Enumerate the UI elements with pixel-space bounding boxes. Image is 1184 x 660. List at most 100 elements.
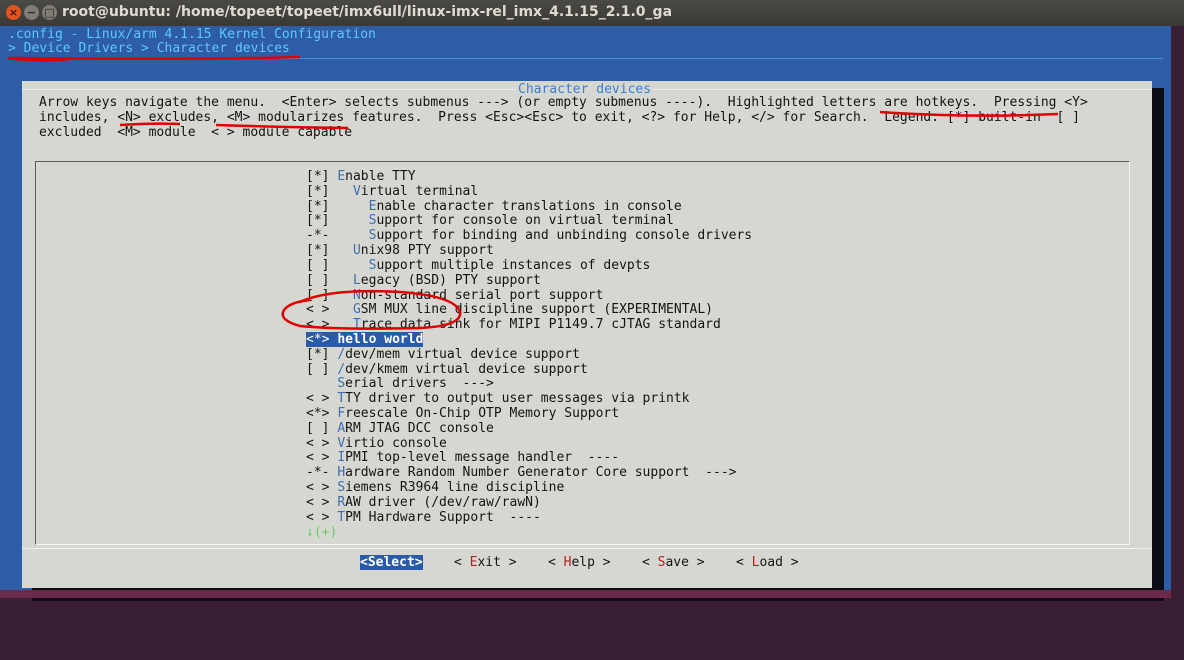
close-icon[interactable]: × bbox=[6, 5, 21, 20]
menu-item-text: ardware Random Number Generator Core sup… bbox=[345, 465, 737, 481]
menu-item-state: [*] bbox=[306, 183, 338, 199]
menu-item-hotkey: T bbox=[337, 391, 346, 407]
terminal-area[interactable]: .config - Linux/arm 4.1.15 Kernel Config… bbox=[0, 26, 1171, 601]
menu-item[interactable]: < > RAW driver (/dev/raw/rawN) bbox=[306, 495, 752, 511]
load-button[interactable]: < Load > bbox=[736, 555, 799, 570]
menu-item-text: iemens R3964 line discipline bbox=[345, 480, 565, 496]
menu-item-label: TPM Hardware Support ---- bbox=[337, 510, 541, 525]
menu-item-text: PM Hardware Support ---- bbox=[345, 509, 541, 525]
menu-item-state: < > bbox=[306, 391, 338, 407]
menu-item[interactable]: [ ] Legacy (BSD) PTY support bbox=[306, 272, 752, 289]
menu-item-label: TTY driver to output user messages via p… bbox=[337, 391, 689, 406]
help-text: Arrow keys navigate the menu. <Enter> se… bbox=[39, 95, 1088, 140]
menu-item-state: [*] bbox=[306, 169, 338, 184]
button-label: elect> bbox=[375, 555, 423, 570]
button-label: < bbox=[548, 555, 564, 570]
menu-item[interactable]: < > TPM Hardware Support ---- bbox=[306, 510, 752, 526]
menu-item-hotkey: V bbox=[352, 183, 361, 199]
menu-item[interactable]: [ ] /dev/kmem virtual device support bbox=[306, 361, 752, 378]
menu-item-label: Support for console on virtual terminal bbox=[369, 213, 674, 229]
help-line: excluded <M> module < > module capable bbox=[39, 125, 353, 140]
menu-item-hotkey: / bbox=[337, 346, 346, 362]
menu-item[interactable]: < > Virtio console bbox=[306, 435, 752, 452]
menu-item[interactable]: [*] /dev/mem virtual device support bbox=[306, 346, 752, 363]
menu-item-state: [ ] bbox=[306, 287, 338, 303]
menu-item-label: GSM MUX line discipline support (EXPERIM… bbox=[353, 302, 713, 317]
menu-item-hotkey: G bbox=[352, 302, 361, 318]
button-label: ave > bbox=[665, 555, 705, 570]
menu-item[interactable]: [*] Unix98 PTY support bbox=[306, 243, 752, 259]
menu-item-label: Enable character translations in console bbox=[369, 199, 682, 214]
menu-item[interactable]: <*> Freescale On-Chip OTP Memory Support bbox=[306, 406, 752, 422]
menu-item-state: -*- bbox=[306, 228, 338, 244]
menu-item-state: -*- bbox=[306, 465, 338, 481]
menu-item-indent bbox=[337, 213, 368, 228]
menu-item[interactable]: [*] Enable character translations in con… bbox=[306, 199, 752, 215]
menu-item-text: on-standard serial port support bbox=[360, 287, 604, 303]
menu-item-state: < > bbox=[306, 435, 338, 451]
menu-item-text: dev/mem virtual device support bbox=[345, 346, 580, 362]
menu-item-hotkey: H bbox=[337, 465, 346, 481]
menu-item-selected[interactable]: <*> hello world bbox=[306, 331, 752, 348]
menu-item[interactable]: [*] Support for console on virtual termi… bbox=[306, 214, 752, 229]
menu-item-state: [*] bbox=[306, 346, 338, 362]
menu-item-state: [ ] bbox=[306, 361, 338, 377]
menu-item-text: AW driver (/dev/raw/rawN) bbox=[345, 494, 541, 510]
button-label: oad > bbox=[759, 555, 799, 570]
menu-item-text: irtio console bbox=[345, 435, 447, 451]
menu-item-indent bbox=[337, 288, 353, 303]
menu-item[interactable]: < > IPMI top-level message handler ---- bbox=[306, 451, 752, 466]
menu-item-label: hello world bbox=[337, 331, 424, 347]
menu-item-indent bbox=[337, 302, 353, 317]
menu-item[interactable]: < > Siemens R3964 line discipline bbox=[306, 480, 752, 496]
menu-item-text: ello world bbox=[345, 331, 424, 347]
exit-button[interactable]: < Exit > bbox=[454, 555, 517, 570]
menu-item[interactable]: [*] Enable TTY bbox=[306, 169, 752, 185]
menu-item-label: RAW driver (/dev/raw/rawN) bbox=[337, 495, 541, 510]
help-button[interactable]: < Help > bbox=[548, 555, 611, 570]
button-bar: <Select> < Exit > < Help > < Save > < Lo… bbox=[22, 555, 1152, 660]
menu-item[interactable]: [ ] Support multiple instances of devpts bbox=[306, 258, 752, 274]
menu-item-label: /dev/mem virtual device support bbox=[337, 347, 580, 362]
menu-item-text: dev/kmem virtual device support bbox=[345, 361, 588, 377]
desktop-edge-bottom bbox=[0, 590, 1171, 598]
menu-item-state: < > bbox=[306, 317, 338, 333]
select-button[interactable]: <Select> bbox=[360, 555, 423, 570]
menu-item[interactable]: -*- Support for binding and unbinding co… bbox=[306, 228, 752, 244]
button-label: < bbox=[642, 555, 658, 570]
menu-item[interactable]: < > TTY driver to output user messages v… bbox=[306, 391, 752, 407]
menu-item-label: IPMI top-level message handler ---- bbox=[337, 450, 619, 466]
menu-item-hotkey: V bbox=[337, 435, 346, 451]
menu-item-label: ARM JTAG DCC console bbox=[337, 421, 494, 436]
menu-item[interactable]: [*] Virtual terminal bbox=[306, 183, 752, 200]
menu-item-label: Virtual terminal bbox=[353, 184, 478, 199]
menu-item-hotkey: S bbox=[337, 480, 346, 496]
menu-item-state: [*] bbox=[306, 243, 338, 259]
menu-item-hotkey: E bbox=[337, 169, 346, 184]
menu-item[interactable]: < > Trace data sink for MIPI P1149.7 cJT… bbox=[306, 317, 752, 333]
menu-item-hotkey: S bbox=[337, 376, 346, 392]
menu-item-state bbox=[306, 376, 337, 391]
window-titlebar[interactable]: × − □ root@ubuntu: /home/topeet/topeet/i… bbox=[0, 0, 1184, 26]
menu-item[interactable]: -*- Hardware Random Number Generator Cor… bbox=[306, 465, 752, 481]
menu-item-label: Trace data sink for MIPI P1149.7 cJTAG s… bbox=[353, 317, 721, 332]
menu-item[interactable]: [ ] Non-standard serial port support bbox=[306, 287, 752, 304]
menu-item-hotkey: I bbox=[337, 450, 346, 466]
menu-item[interactable]: [ ] ARM JTAG DCC console bbox=[306, 421, 752, 437]
header-divider bbox=[8, 58, 1163, 59]
menu-item-label: Unix98 PTY support bbox=[353, 243, 494, 258]
menu-item-label: /dev/kmem virtual device support bbox=[337, 362, 587, 377]
maximize-icon[interactable]: □ bbox=[42, 5, 57, 20]
menu-item-hotkey: R bbox=[337, 494, 346, 510]
menu-item-label: Legacy (BSD) PTY support bbox=[353, 273, 541, 288]
menu-item-label: Non-standard serial port support bbox=[353, 288, 603, 303]
minimize-icon[interactable]: − bbox=[24, 5, 39, 20]
menu-item-text: nable TTY bbox=[345, 169, 416, 184]
menu-item[interactable]: < > GSM MUX line discipline support (EXP… bbox=[306, 302, 752, 318]
menu-item-state: < > bbox=[306, 302, 338, 318]
menu-item-indent bbox=[337, 184, 353, 199]
menu-item[interactable]: Serial drivers ---> bbox=[306, 376, 752, 392]
save-button[interactable]: < Save > bbox=[642, 555, 705, 570]
menu-item-state: [ ] bbox=[306, 272, 338, 288]
menu-item-text: irtual terminal bbox=[360, 183, 479, 199]
